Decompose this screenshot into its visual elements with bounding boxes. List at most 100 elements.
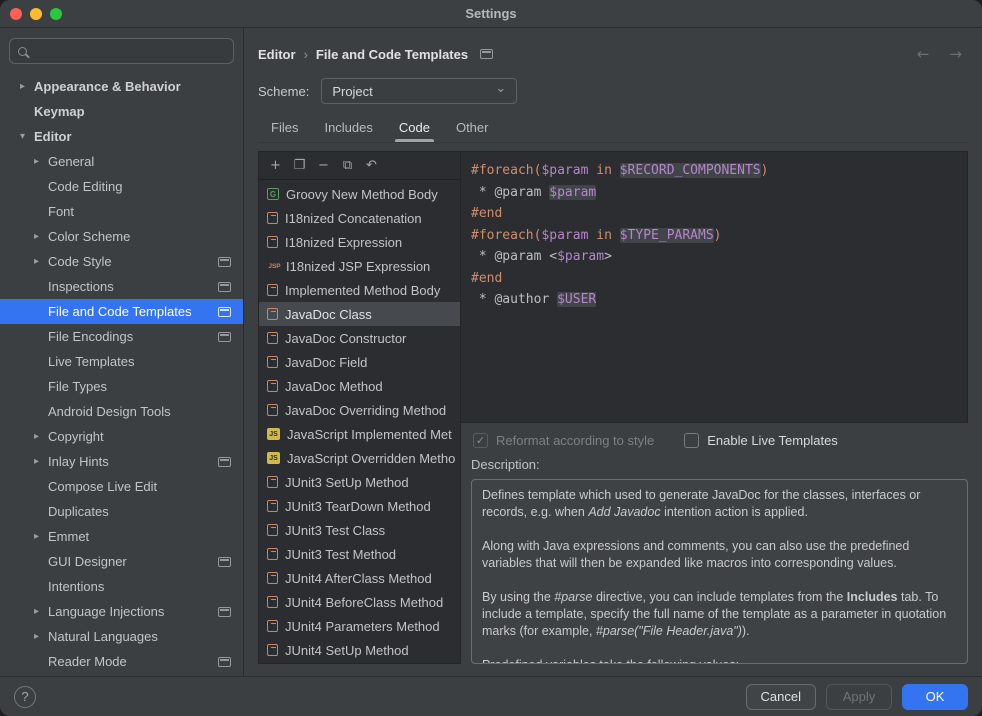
apply-button[interactable]: Apply (826, 684, 892, 710)
duplicate-template-icon[interactable]: ⧉ (336, 158, 359, 173)
sidebar-item-font[interactable]: Font (0, 199, 243, 224)
breadcrumb-editor[interactable]: Editor (258, 47, 296, 62)
sidebar-item-android-design-tools[interactable]: Android Design Tools (0, 399, 243, 424)
breadcrumb-file-and-code-templates[interactable]: File and Code Templates (316, 47, 468, 62)
template-file-icon (267, 476, 278, 488)
sidebar-item-inspections[interactable]: Inspections (0, 274, 243, 299)
reformat-checkbox[interactable]: ✓ Reformat according to style (473, 433, 654, 448)
template-item-javascript-implemented-met[interactable]: JSJavaScript Implemented Met (259, 422, 460, 446)
tab-files[interactable]: Files (258, 113, 311, 142)
chevron-right-icon[interactable]: ▸ (34, 431, 48, 442)
ok-button[interactable]: OK (902, 684, 968, 710)
reset-template-icon[interactable]: ↶ (360, 158, 383, 173)
sidebar-item-label: Emmet (48, 529, 89, 544)
template-item-groovy-new-method-body[interactable]: GGroovy New Method Body (259, 182, 460, 206)
sidebar-item-copyright[interactable]: ▸Copyright (0, 424, 243, 449)
template-tabs: FilesIncludesCodeOther (258, 113, 968, 143)
help-button[interactable]: ? (14, 686, 36, 708)
sidebar-item-language-injections[interactable]: ▸Language Injections (0, 599, 243, 624)
back-icon[interactable]: ← (917, 45, 930, 63)
template-item-label: JUnit3 Test Class (285, 523, 385, 538)
template-item-label: JUnit4 BeforeClass Method (285, 595, 443, 610)
js-file-icon: JS (267, 428, 280, 440)
chevron-right-icon[interactable]: ▸ (34, 531, 48, 542)
sidebar-item-file-encodings[interactable]: File Encodings (0, 324, 243, 349)
sidebar-item-file-and-code-templates[interactable]: File and Code Templates (0, 299, 243, 324)
sidebar-item-code-editing[interactable]: Code Editing (0, 174, 243, 199)
forward-icon[interactable]: → (949, 45, 962, 63)
sidebar-item-duplicates[interactable]: Duplicates (0, 499, 243, 524)
template-item-junit3-test-class[interactable]: JUnit3 Test Class (259, 518, 460, 542)
chevron-right-icon[interactable]: ▸ (34, 631, 48, 642)
sidebar-item-label: Color Scheme (48, 229, 130, 244)
sidebar-item-code-style[interactable]: ▸Code Style (0, 249, 243, 274)
sidebar-item-general[interactable]: ▸General (0, 149, 243, 174)
template-item-i18nized-jsp-expression[interactable]: JSPI18nized JSP Expression (259, 254, 460, 278)
sidebar-item-file-types[interactable]: File Types (0, 374, 243, 399)
code-line: * @author $USER (471, 289, 957, 311)
sidebar-item-compose-live-edit[interactable]: Compose Live Edit (0, 474, 243, 499)
minimize-window-button[interactable] (30, 8, 42, 20)
chevron-right-icon[interactable]: ▸ (34, 256, 48, 267)
template-item-i18nized-concatenation[interactable]: I18nized Concatenation (259, 206, 460, 230)
sidebar-item-label: Inspections (48, 279, 114, 294)
sidebar-item-label: Copyright (48, 429, 104, 444)
sidebar-item-inlay-hints[interactable]: ▸Inlay Hints (0, 449, 243, 474)
settings-search-input[interactable] (34, 44, 225, 59)
template-item-junit4-setup-method[interactable]: JUnit4 SetUp Method (259, 638, 460, 662)
sidebar-item-editor[interactable]: ▾Editor (0, 124, 243, 149)
template-item-javascript-overridden-metho[interactable]: JSJavaScript Overridden Metho (259, 446, 460, 470)
code-token: $RECORD_COMPONENTS (620, 163, 761, 178)
template-item-label: JavaDoc Field (285, 355, 367, 370)
sidebar-item-live-templates[interactable]: Live Templates (0, 349, 243, 374)
template-item-javadoc-method[interactable]: JavaDoc Method (259, 374, 460, 398)
sidebar-item-label: Live Templates (48, 354, 134, 369)
template-detail-panel: #foreach($param in $RECORD_COMPONENTS) *… (461, 151, 968, 664)
sidebar-item-appearance-behavior[interactable]: ▸Appearance & Behavior (0, 74, 243, 99)
template-item-junit4-afterclass-method[interactable]: JUnit4 AfterClass Method (259, 566, 460, 590)
scheme-select[interactable]: Project ⌄ (321, 78, 517, 104)
chevron-right-icon[interactable]: ▸ (34, 156, 48, 167)
template-item-junit4-beforeclass-method[interactable]: JUnit4 BeforeClass Method (259, 590, 460, 614)
template-code-editor[interactable]: #foreach($param in $RECORD_COMPONENTS) *… (461, 151, 968, 423)
chevron-right-icon[interactable]: ▸ (34, 606, 48, 617)
template-file-icon (267, 356, 278, 368)
sidebar-item-label: Android Design Tools (48, 404, 171, 419)
code-line: #foreach($param in $TYPE_PARAMS) (471, 225, 957, 247)
template-item-javadoc-class[interactable]: JavaDoc Class (259, 302, 460, 326)
tab-code[interactable]: Code (386, 113, 443, 142)
template-item-junit3-test-method[interactable]: JUnit3 Test Method (259, 542, 460, 566)
template-item-i18nized-expression[interactable]: I18nized Expression (259, 230, 460, 254)
template-item-junit4-parameters-method[interactable]: JUnit4 Parameters Method (259, 614, 460, 638)
template-item-implemented-method-body[interactable]: Implemented Method Body (259, 278, 460, 302)
settings-search-box[interactable] (9, 38, 234, 64)
sidebar-item-intentions[interactable]: Intentions (0, 574, 243, 599)
chevron-right-icon[interactable]: ▸ (20, 81, 34, 92)
code-token: #end (471, 271, 502, 286)
sidebar-item-keymap[interactable]: Keymap (0, 99, 243, 124)
enable-live-templates-checkbox[interactable]: Enable Live Templates (684, 433, 838, 448)
tab-includes[interactable]: Includes (311, 113, 385, 142)
sidebar-item-emmet[interactable]: ▸Emmet (0, 524, 243, 549)
sidebar-item-reader-mode[interactable]: Reader Mode (0, 649, 243, 674)
add-template-icon[interactable]: + (264, 158, 287, 173)
chevron-right-icon[interactable]: ▸ (34, 456, 48, 467)
template-item-junit3-teardown-method[interactable]: JUnit3 TearDown Method (259, 494, 460, 518)
remove-template-icon[interactable]: − (312, 158, 335, 173)
sidebar-item-natural-languages[interactable]: ▸Natural Languages (0, 624, 243, 649)
code-line: #foreach($param in $RECORD_COMPONENTS) (471, 160, 957, 182)
cancel-button[interactable]: Cancel (746, 684, 816, 710)
template-item-junit3-setup-method[interactable]: JUnit3 SetUp Method (259, 470, 460, 494)
chevron-right-icon[interactable]: ▸ (34, 231, 48, 242)
description-text: By using the (482, 590, 554, 604)
zoom-window-button[interactable] (50, 8, 62, 20)
template-item-javadoc-constructor[interactable]: JavaDoc Constructor (259, 326, 460, 350)
close-window-button[interactable] (10, 8, 22, 20)
sidebar-item-color-scheme[interactable]: ▸Color Scheme (0, 224, 243, 249)
tab-other[interactable]: Other (443, 113, 502, 142)
template-item-javadoc-field[interactable]: JavaDoc Field (259, 350, 460, 374)
copy-template-icon[interactable]: ❐ (288, 158, 311, 173)
chevron-down-icon[interactable]: ▾ (20, 131, 34, 142)
template-item-javadoc-overriding-method[interactable]: JavaDoc Overriding Method (259, 398, 460, 422)
sidebar-item-gui-designer[interactable]: GUI Designer (0, 549, 243, 574)
